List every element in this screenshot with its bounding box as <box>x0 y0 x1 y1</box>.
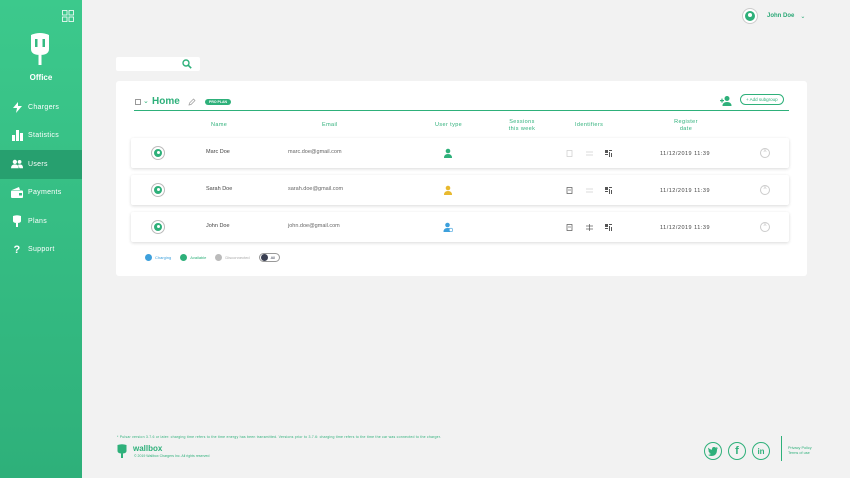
legend-label: Disconnected <box>225 255 250 260</box>
all-dot-icon <box>260 254 268 261</box>
avatar <box>152 221 164 233</box>
legend-label: All <box>270 255 276 260</box>
sidebar: Office Chargers Statistics Users Payment… <box>0 0 82 478</box>
sidebar-item-chargers[interactable]: Chargers <box>0 93 82 122</box>
search-box <box>116 57 200 76</box>
sidebar-item-label: Chargers <box>28 103 60 111</box>
column-header-sessions[interactable]: Sessions this week <box>507 119 537 132</box>
users-card: ⌄ Home PRO PLAN + Add subgroup Name Emai… <box>116 81 807 276</box>
avatar <box>152 147 164 159</box>
sidebar-nav: Chargers Statistics Users Payments Plans <box>0 93 82 264</box>
table-row[interactable]: John Doe john.doe@gmail.com 11/12/2019 1… <box>131 212 789 242</box>
user-type-icon <box>444 148 452 158</box>
add-user-icon[interactable] <box>720 95 732 107</box>
question-icon: ? <box>13 243 21 256</box>
user-email-cell: marc.doe@gmail.com <box>288 149 342 155</box>
group-title: Home <box>152 96 180 107</box>
legend-label: Charging <box>155 255 172 260</box>
copyright: © 2019 Wallbox Chargers Inc. All rights … <box>134 454 210 458</box>
sidebar-item-label: Statistics <box>28 132 60 140</box>
org-name: Office <box>29 73 53 82</box>
sidebar-item-payments[interactable]: Payments <box>0 179 82 208</box>
office-logo-icon <box>31 33 49 65</box>
brand-name: wallbox <box>133 444 163 453</box>
disconnected-dot-icon <box>215 254 223 261</box>
chevron-down-icon: ⌄ <box>800 13 806 20</box>
sidebar-item-support[interactable]: ? Support <box>0 236 82 265</box>
plan-badge: PRO PLAN <box>205 99 232 105</box>
group-header: ⌄ Home PRO PLAN + Add subgroup <box>134 94 789 111</box>
wallet-icon <box>11 187 23 199</box>
sidebar-item-statistics[interactable]: Statistics <box>0 122 82 151</box>
tag-id-icon <box>586 188 593 193</box>
terms-of-use-link[interactable]: Terms of use <box>788 451 810 455</box>
legend-charging[interactable]: Charging <box>145 254 171 261</box>
wallbox-logo-icon <box>117 444 127 458</box>
remove-user-button[interactable] <box>760 222 770 232</box>
pencil-icon[interactable] <box>188 98 196 106</box>
column-header-email[interactable]: Email <box>322 122 338 129</box>
user-email-cell: john.doe@gmail.com <box>288 223 340 229</box>
table-row[interactable]: Sarah Doe sarah.doe@gmail.com 11/12/2019… <box>131 175 789 205</box>
facebook-icon[interactable]: f <box>728 442 746 460</box>
lightning-icon <box>11 101 23 113</box>
column-header-identifiers[interactable]: Identifiers <box>575 122 603 129</box>
privacy-policy-link[interactable]: Privacy Policy <box>788 446 812 450</box>
user-name-cell: Sarah Doe <box>206 186 233 192</box>
column-header-user-type[interactable]: User type <box>435 122 462 129</box>
search-icon[interactable] <box>182 59 192 69</box>
sidebar-item-users[interactable]: Users <box>0 150 82 179</box>
search-input[interactable] <box>116 62 182 76</box>
app-grid-icon[interactable] <box>62 10 74 22</box>
avatar <box>743 9 757 23</box>
chevron-down-icon[interactable]: ⌄ <box>143 97 149 105</box>
admin-user-icon <box>444 185 452 195</box>
sidebar-item-label: Users <box>28 160 48 168</box>
charging-dot-icon <box>145 254 152 261</box>
bar-chart-icon <box>11 130 23 142</box>
status-legend: Charging Available Disconnected All <box>145 253 289 262</box>
super-admin-user-icon <box>443 222 453 232</box>
users-icon <box>11 158 23 170</box>
card-id-icon <box>566 187 573 194</box>
sidebar-item-label: Support <box>28 246 55 254</box>
table-row[interactable]: Marc Doe marc.doe@gmail.com 11/12/2019 1… <box>131 138 789 168</box>
legend-all-button[interactable]: All <box>258 253 281 262</box>
remove-user-button[interactable] <box>760 148 770 158</box>
user-name-cell: Marc Doe <box>206 149 230 155</box>
add-subgroup-button[interactable]: + Add subgroup <box>740 94 784 105</box>
select-all-checkbox[interactable] <box>135 99 141 105</box>
card-id-icon <box>566 224 573 231</box>
card-id-icon <box>566 150 573 157</box>
legend-disconnected[interactable]: Disconnected <box>215 254 250 261</box>
tag-id-icon <box>586 224 593 231</box>
register-date-cell: 11/12/2019 11:39 <box>660 225 711 231</box>
sidebar-item-label: Payments <box>28 189 62 197</box>
user-email-cell: sarah.doe@gmail.com <box>288 186 344 192</box>
qr-id-icon <box>605 187 612 194</box>
tag-id-icon <box>586 151 593 156</box>
qr-id-icon <box>605 224 612 231</box>
linkedin-icon[interactable]: in <box>752 442 770 460</box>
avatar <box>152 184 164 196</box>
register-date-cell: 11/12/2019 11:39 <box>660 188 711 194</box>
footer-divider <box>781 436 782 461</box>
remove-user-button[interactable] <box>760 185 770 195</box>
column-header-name[interactable]: Name <box>211 122 227 129</box>
qr-id-icon <box>605 150 612 157</box>
user-menu[interactable]: John Doe ⌄ <box>743 9 805 23</box>
twitter-icon[interactable] <box>704 442 722 460</box>
legend-available[interactable]: Available <box>180 254 206 261</box>
user-name-cell: John Doe <box>206 223 230 229</box>
available-dot-icon <box>180 254 188 261</box>
footer-note: * Pulsar version 3.7.6 or later: chargin… <box>117 435 442 439</box>
sidebar-item-plans[interactable]: Plans <box>0 207 82 236</box>
legend-label: Available <box>190 255 207 260</box>
user-name: John Doe <box>767 13 795 19</box>
register-date-cell: 11/12/2019 11:39 <box>660 151 711 157</box>
sidebar-item-label: Plans <box>28 217 48 225</box>
column-header-register-date[interactable]: Register date <box>672 119 700 132</box>
table-header: Name Email User type Sessions this week … <box>116 119 807 135</box>
plug-icon <box>11 215 23 228</box>
